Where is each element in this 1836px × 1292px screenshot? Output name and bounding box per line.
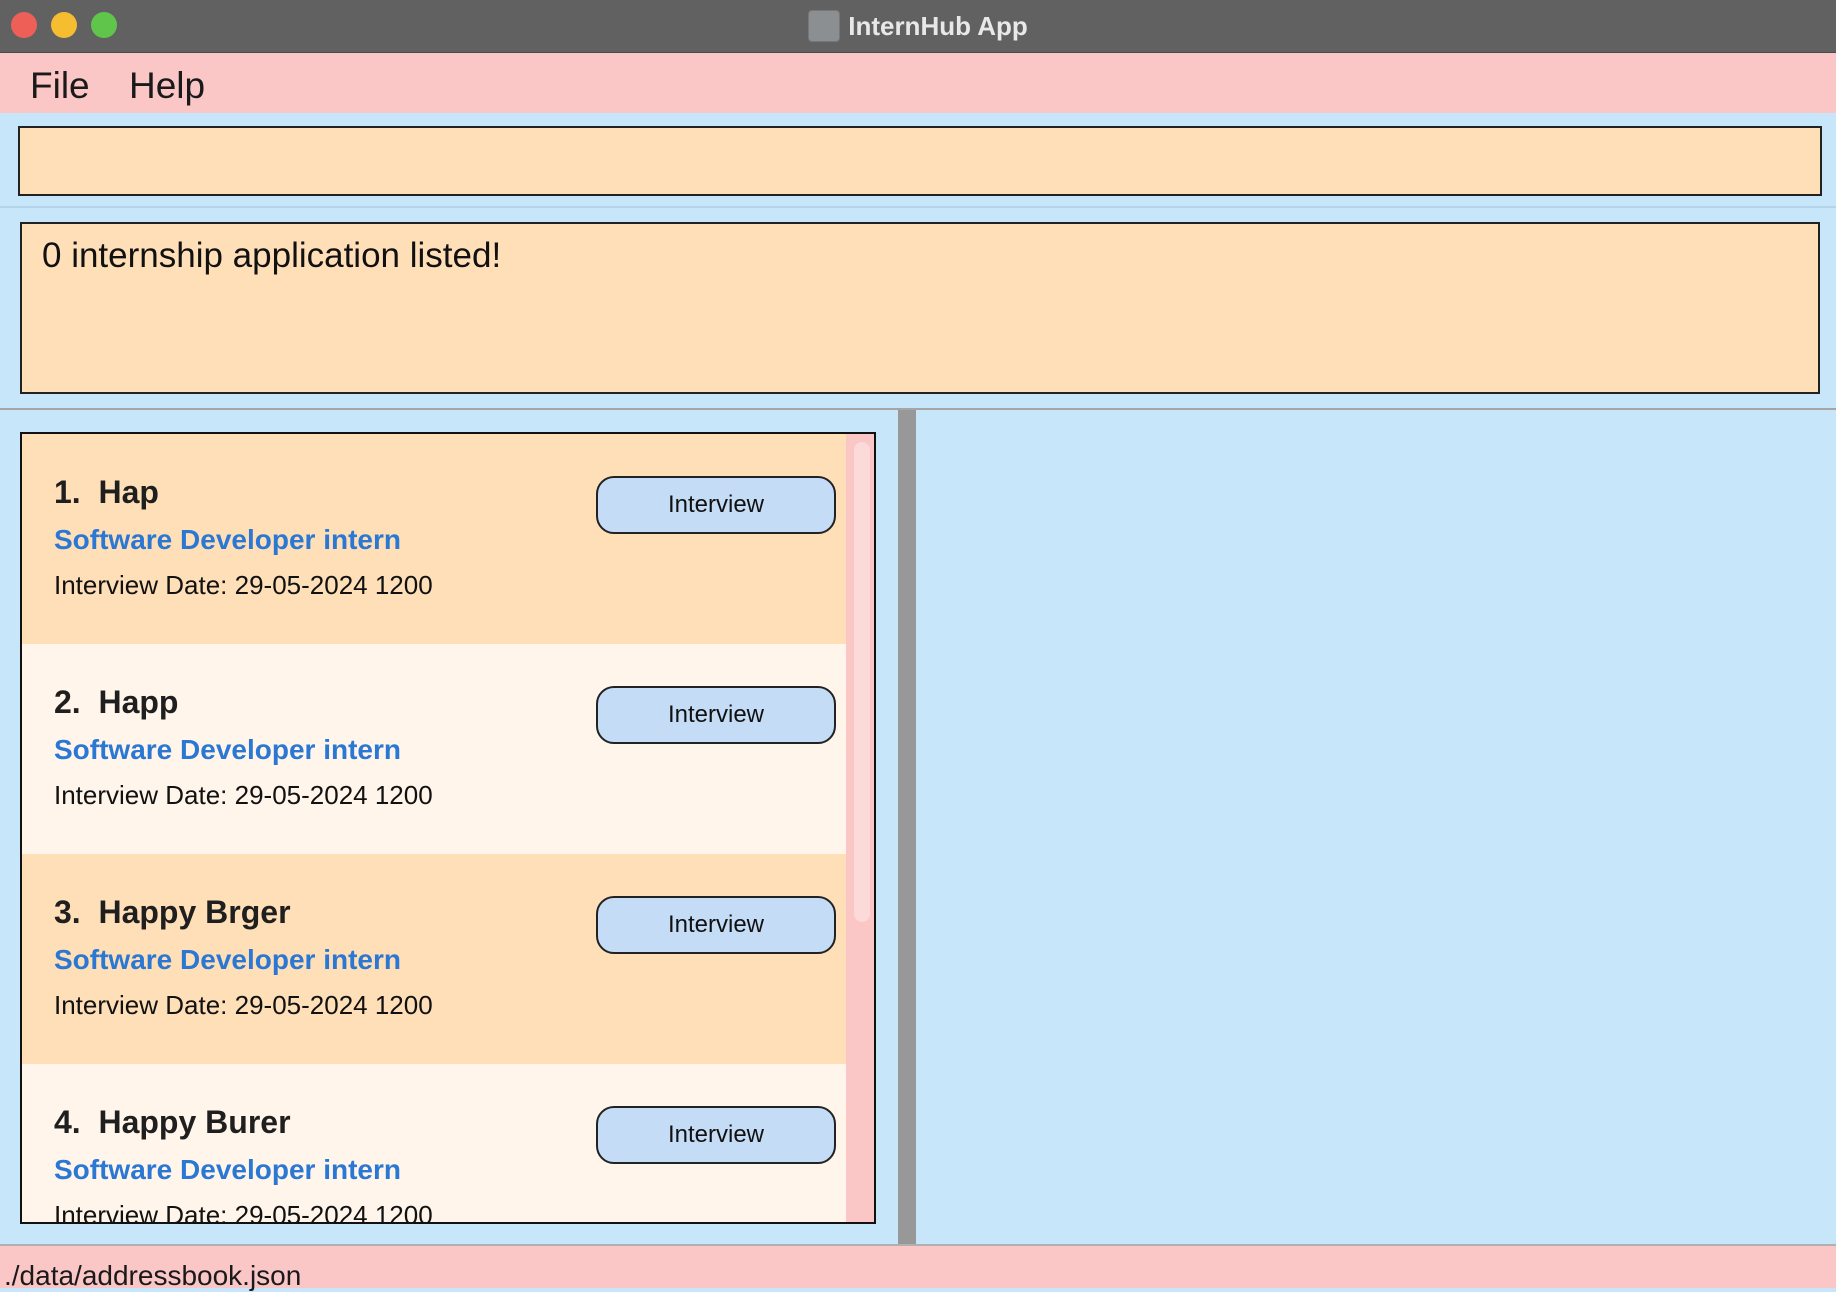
status-button[interactable]: Interview (596, 686, 836, 744)
application-card[interactable]: 4. Happy Burer Software Developer intern… (22, 1064, 846, 1224)
scrollbar-thumb[interactable] (854, 442, 870, 922)
window-title: InternHub App (848, 10, 1028, 41)
application-index: 1. (54, 474, 81, 510)
application-index: 4. (54, 1104, 81, 1140)
role-title: Software Developer intern (54, 524, 401, 555)
list-scrollbar[interactable] (846, 434, 874, 1222)
application-name: 3. Happy Brger (54, 894, 291, 931)
interview-date: Interview Date: 29-05-2024 1200 (54, 780, 433, 810)
application-name: 4. Happy Burer (54, 1104, 291, 1141)
window-title-group: InternHub App (0, 0, 1836, 52)
application-list[interactable]: 1. Hap Software Developer intern Intervi… (20, 432, 876, 1224)
role-title: Software Developer intern (54, 1154, 401, 1185)
role-title: Software Developer intern (54, 734, 401, 765)
data-file-path: ./data/addressbook.json (4, 1260, 302, 1291)
result-message: 0 internship application listed! (42, 236, 502, 275)
interview-date: Interview Date: 29-05-2024 1200 (54, 1200, 433, 1224)
menu-help[interactable]: Help (129, 65, 205, 107)
menu-bar: File Help (0, 53, 1836, 113)
application-card[interactable]: 2. Happ Software Developer intern Interv… (22, 644, 846, 854)
status-button[interactable]: Interview (596, 896, 836, 954)
status-button[interactable]: Interview (596, 476, 836, 534)
application-index: 2. (54, 684, 81, 720)
detail-panel (916, 410, 1836, 1244)
split-pane-divider[interactable] (898, 410, 916, 1244)
result-display: 0 internship application listed! (20, 222, 1820, 394)
application-index: 3. (54, 894, 81, 930)
status-button[interactable]: Interview (596, 1106, 836, 1164)
company-name: Happy Brger (98, 894, 291, 930)
window-titlebar: InternHub App (0, 0, 1836, 53)
application-name: 1. Hap (54, 474, 159, 511)
application-name: 2. Happ (54, 684, 178, 721)
app-icon (808, 10, 841, 42)
role-title: Software Developer intern (54, 944, 401, 975)
command-input[interactable] (18, 126, 1822, 196)
status-bar: ./data/addressbook.json (0, 1244, 1836, 1291)
menu-file[interactable]: File (30, 65, 90, 107)
company-name: Hap (98, 474, 159, 510)
application-card[interactable]: 3. Happy Brger Software Developer intern… (22, 854, 846, 1064)
application-card[interactable]: 1. Hap Software Developer intern Intervi… (22, 434, 846, 644)
interview-date: Interview Date: 29-05-2024 1200 (54, 570, 433, 600)
company-name: Happ (98, 684, 179, 720)
section-divider (0, 206, 1836, 208)
company-name: Happy Burer (98, 1104, 291, 1140)
interview-date: Interview Date: 29-05-2024 1200 (54, 990, 433, 1020)
